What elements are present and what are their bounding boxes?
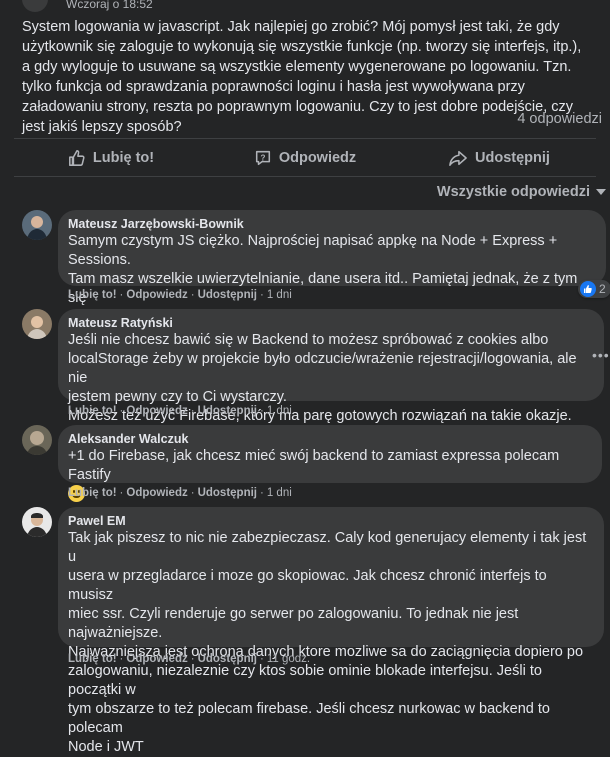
comment-bubble-icon: ?	[255, 150, 270, 166]
comment-share-link[interactable]: Udostępnij	[198, 487, 257, 499]
comment-timestamp[interactable]: 1 dni	[267, 487, 292, 499]
comment-like-link[interactable]: Lubię to!	[68, 405, 117, 417]
comment-share-link[interactable]: Udostępnij	[198, 289, 257, 301]
comment-meta: Lubię to! · Odpowiedz · Udostępnij · 1 dni	[68, 289, 292, 301]
reaction-count-badge[interactable]: 2	[578, 280, 610, 298]
comment-bubble: Aleksander Walczuk +1 do Firebase, jak c…	[58, 425, 602, 502]
comment-meta: Lubię to! · Odpowiedz · Udostępnij · 1 dni	[68, 405, 292, 417]
comment-author[interactable]: Mateusz Jarzębowski-Bownik	[68, 216, 596, 232]
comment-bubble: Pawel EM Tak jak piszesz to nic nie zabe…	[58, 507, 604, 755]
comment-text: Tak jak piszesz to nic nie zabezpieczasz…	[68, 530, 587, 755]
caret-down-icon	[596, 189, 606, 195]
post-author-avatar[interactable]	[22, 0, 48, 12]
like-button[interactable]: Lubię to!	[14, 143, 208, 173]
avatar[interactable]	[22, 507, 52, 537]
avatar[interactable]	[22, 210, 52, 240]
post-action-bar: Lubię to! ? Odpowiedz Udostępnij	[14, 143, 596, 173]
comment-author[interactable]: Aleksander Walczuk	[68, 431, 592, 447]
comment-timestamp[interactable]: 1 dni	[267, 289, 292, 301]
more-options-icon[interactable]: •••	[592, 347, 610, 363]
post-header: Wczoraj o 18:52	[0, 0, 610, 14]
comment-reply-link[interactable]: Odpowiedz	[126, 653, 187, 665]
comment-meta: Lubię to! · Odpowiedz · Udostępnij · 1 dni	[68, 487, 292, 499]
divider	[14, 138, 596, 139]
reaction-count: 2	[599, 282, 606, 296]
comment-author[interactable]: Mateusz Ratyński	[68, 315, 594, 331]
comment-timestamp[interactable]: 1 dni	[267, 405, 292, 417]
comment-share-link[interactable]: Udostępnij	[198, 653, 257, 665]
comment-like-link[interactable]: Lubię to!	[68, 487, 117, 499]
comment-timestamp[interactable]: 11 godz.	[267, 653, 310, 665]
comment-reply-link[interactable]: Odpowiedz	[126, 405, 187, 417]
comment-bubble: Mateusz Ratyński Jeśli nie chcesz bawić …	[58, 309, 604, 424]
comment-meta: Lubię to! · Odpowiedz · Udostępnij · 11 godz.	[68, 653, 311, 665]
comment-author[interactable]: Pawel EM	[68, 513, 594, 529]
reply-count-link[interactable]: 4 odpowiedzi	[517, 111, 602, 127]
comment-reply-link[interactable]: Odpowiedz	[126, 487, 187, 499]
thumbs-up-icon	[68, 150, 85, 166]
like-label: Lubię to!	[92, 150, 155, 166]
divider	[14, 176, 596, 177]
svg-text:?: ?	[260, 153, 265, 162]
comment-like-link[interactable]: Lubię to!	[68, 653, 117, 665]
share-button[interactable]: Udostępnij	[402, 143, 596, 173]
post-body: System logowania w javascript. Jak najle…	[22, 19, 582, 135]
comment-button[interactable]: ? Odpowiedz	[208, 143, 402, 173]
like-reaction-icon	[580, 281, 596, 297]
comment-like-link[interactable]: Lubię to!	[68, 289, 117, 301]
comment-bubble: Mateusz Jarzębowski-Bownik Samym czystym…	[58, 210, 606, 325]
share-arrow-icon	[449, 150, 467, 166]
avatar[interactable]	[22, 309, 52, 339]
post-timestamp[interactable]: Wczoraj o 18:52	[66, 0, 153, 11]
share-label: Udostępnij	[475, 150, 550, 166]
comment-reply-link[interactable]: Odpowiedz	[126, 289, 187, 301]
sort-label: Wszystkie odpowiedzi	[436, 184, 590, 200]
comment-sort-dropdown[interactable]: Wszystkie odpowiedzi	[437, 184, 606, 200]
comment-share-link[interactable]: Udostępnij	[198, 405, 257, 417]
comment-label: Odpowiedz	[278, 150, 357, 166]
avatar[interactable]	[22, 425, 52, 455]
